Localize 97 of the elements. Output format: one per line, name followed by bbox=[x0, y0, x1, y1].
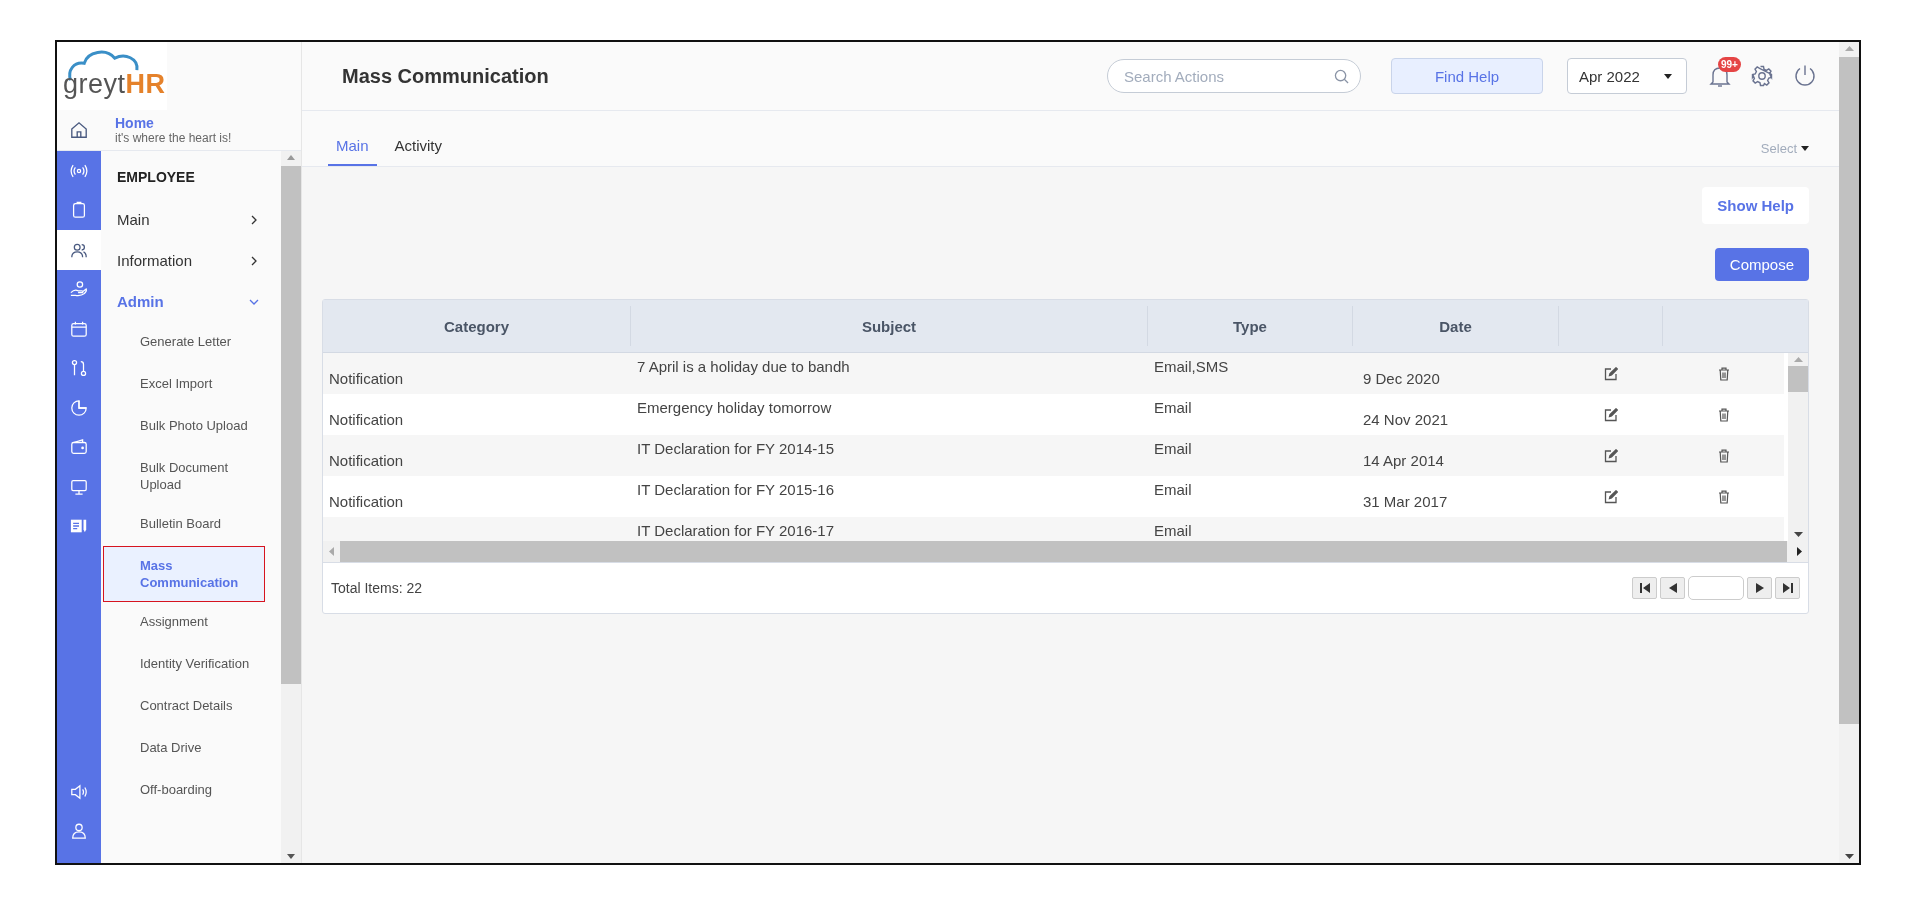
first-page-icon bbox=[1639, 583, 1650, 593]
tab[interactable]: Activity bbox=[386, 137, 451, 166]
page-scrollbar[interactable] bbox=[1839, 42, 1859, 863]
scroll-thumb[interactable] bbox=[1839, 57, 1859, 724]
previous-page-button[interactable] bbox=[1660, 577, 1685, 599]
first-page-button[interactable] bbox=[1632, 577, 1657, 599]
table-row[interactable]: IT Declaration for FY 2016-17 Email bbox=[323, 517, 1784, 541]
table-cell: Email bbox=[1154, 399, 1192, 416]
table-cell: 9 Dec 2020 bbox=[1363, 370, 1440, 387]
edit-icon[interactable] bbox=[1604, 448, 1618, 463]
previous-icon bbox=[1668, 583, 1677, 593]
scroll-right-icon[interactable] bbox=[1797, 547, 1802, 556]
table-cell: IT Declaration for FY 2014-15 bbox=[637, 440, 835, 457]
trash-icon[interactable] bbox=[1717, 407, 1730, 422]
search-field[interactable]: Search Actions bbox=[1107, 59, 1361, 93]
clipboard-icon[interactable] bbox=[70, 201, 88, 220]
table-cell: Email bbox=[1154, 522, 1192, 539]
section-heading: EMPLOYEE bbox=[116, 168, 196, 187]
submenu-item[interactable]: Off-boarding bbox=[103, 770, 265, 812]
tab[interactable]: Main bbox=[328, 137, 377, 166]
table-cell: Notification bbox=[329, 370, 404, 387]
chevron-icon bbox=[249, 255, 259, 266]
table-cell: IT Declaration for FY 2015-16 bbox=[637, 481, 835, 498]
column-header[interactable]: Type bbox=[1233, 317, 1267, 335]
submenu-item[interactable]: Bulk Photo Upload bbox=[103, 406, 265, 448]
submenu-item[interactable]: Mass Communication bbox=[103, 546, 265, 602]
table-cell: 14 Apr 2014 bbox=[1363, 452, 1444, 469]
hand-icon[interactable] bbox=[70, 280, 88, 299]
settings-icon[interactable] bbox=[1751, 65, 1773, 87]
speaker-icon[interactable] bbox=[70, 782, 88, 801]
submenu-item[interactable]: Generate Letter bbox=[103, 322, 265, 364]
table-row[interactable]: Notification IT Declaration for FY 2014-15 Email 14 Apr 2014 bbox=[323, 435, 1784, 476]
table-cell: Email bbox=[1154, 481, 1192, 498]
table-cell: Emergency holiday tomorrow bbox=[637, 399, 832, 416]
trash-icon[interactable] bbox=[1717, 448, 1730, 463]
pie-icon[interactable] bbox=[70, 398, 88, 417]
route-icon[interactable] bbox=[70, 359, 88, 378]
table-cell: Email bbox=[1154, 440, 1192, 457]
menu-item[interactable]: Main bbox=[101, 199, 281, 240]
next-page-button[interactable] bbox=[1747, 577, 1772, 599]
table-cell: IT Declaration for FY 2016-17 bbox=[637, 522, 835, 539]
trash-icon[interactable] bbox=[1717, 489, 1730, 504]
table-cell: Email,SMS bbox=[1154, 358, 1229, 375]
table-row[interactable]: Notification 7 April is a holiday due to bandh Email,SMS 9 Dec 2020 bbox=[323, 353, 1784, 394]
menu-item[interactable]: Admin bbox=[101, 281, 281, 322]
show-help-button[interactable]: Show Help bbox=[1702, 187, 1809, 224]
last-page-button[interactable] bbox=[1775, 577, 1800, 599]
submenu-item[interactable]: Bulk Document Upload bbox=[103, 448, 265, 504]
scroll-down-icon[interactable] bbox=[1793, 532, 1803, 537]
search-icon[interactable] bbox=[1334, 69, 1349, 84]
compose-button[interactable]: Compose bbox=[1714, 248, 1809, 281]
scroll-down-icon[interactable] bbox=[287, 854, 295, 859]
edit-icon[interactable] bbox=[1604, 489, 1618, 504]
chevron-icon bbox=[249, 214, 259, 225]
table-cell: Notification bbox=[329, 493, 404, 510]
trash-icon[interactable] bbox=[1717, 366, 1730, 381]
scroll-thumb[interactable] bbox=[1788, 366, 1808, 392]
menu-item[interactable]: Information bbox=[101, 240, 281, 281]
edit-icon[interactable] bbox=[1604, 407, 1618, 422]
table-cell: Notification bbox=[329, 452, 404, 469]
table-cell: 24 Nov 2021 bbox=[1363, 411, 1449, 428]
edit-icon[interactable] bbox=[1604, 366, 1618, 381]
caret-icon bbox=[1664, 73, 1672, 79]
table-cell: 7 April is a holiday due to bandh bbox=[637, 358, 850, 375]
page-input[interactable] bbox=[1688, 576, 1744, 600]
page-title: Mass Communication bbox=[342, 64, 550, 88]
next-icon bbox=[1755, 583, 1764, 593]
submenu-item[interactable]: Excel Import bbox=[103, 364, 265, 406]
monitor-icon[interactable] bbox=[70, 477, 88, 496]
logo-text: greytHR bbox=[63, 69, 166, 100]
period-dropdown[interactable]: Apr 2022 bbox=[1567, 58, 1687, 94]
find-help-button[interactable]: Find Help bbox=[1391, 58, 1543, 94]
home-icon[interactable] bbox=[70, 121, 88, 139]
home-link[interactable]: Home it's where the heart is! bbox=[101, 110, 232, 150]
total-items: Total Items: 22 bbox=[331, 580, 423, 596]
scroll-thumb[interactable] bbox=[281, 166, 301, 684]
scroll-up-icon[interactable] bbox=[287, 155, 295, 160]
submenu-item[interactable]: Contract Details bbox=[103, 686, 265, 728]
calendar-icon[interactable] bbox=[70, 319, 88, 338]
scrollbar[interactable] bbox=[1788, 353, 1808, 541]
column-header[interactable]: Subject bbox=[861, 317, 917, 335]
scrollbar[interactable] bbox=[281, 151, 301, 863]
wallet-icon[interactable] bbox=[70, 438, 88, 457]
submenu-item[interactable]: Identity Verification bbox=[103, 644, 265, 686]
submenu-item[interactable]: Assignment bbox=[103, 602, 265, 644]
power-icon[interactable] bbox=[1793, 64, 1817, 88]
person-icon[interactable] bbox=[70, 822, 88, 841]
notification-badge: 99+ bbox=[1718, 57, 1741, 72]
caret-icon bbox=[1801, 146, 1809, 151]
submenu-item[interactable]: Bulletin Board bbox=[103, 504, 265, 546]
submenu-item[interactable]: Data Drive bbox=[103, 728, 265, 770]
table-cell: 31 Mar 2017 bbox=[1363, 493, 1448, 510]
last-page-icon bbox=[1782, 583, 1793, 593]
column-header[interactable]: Category bbox=[444, 317, 509, 335]
table-cell: Notification bbox=[329, 411, 404, 428]
scroll-down-icon[interactable] bbox=[1844, 854, 1854, 859]
column-header[interactable]: Date bbox=[1439, 317, 1472, 335]
